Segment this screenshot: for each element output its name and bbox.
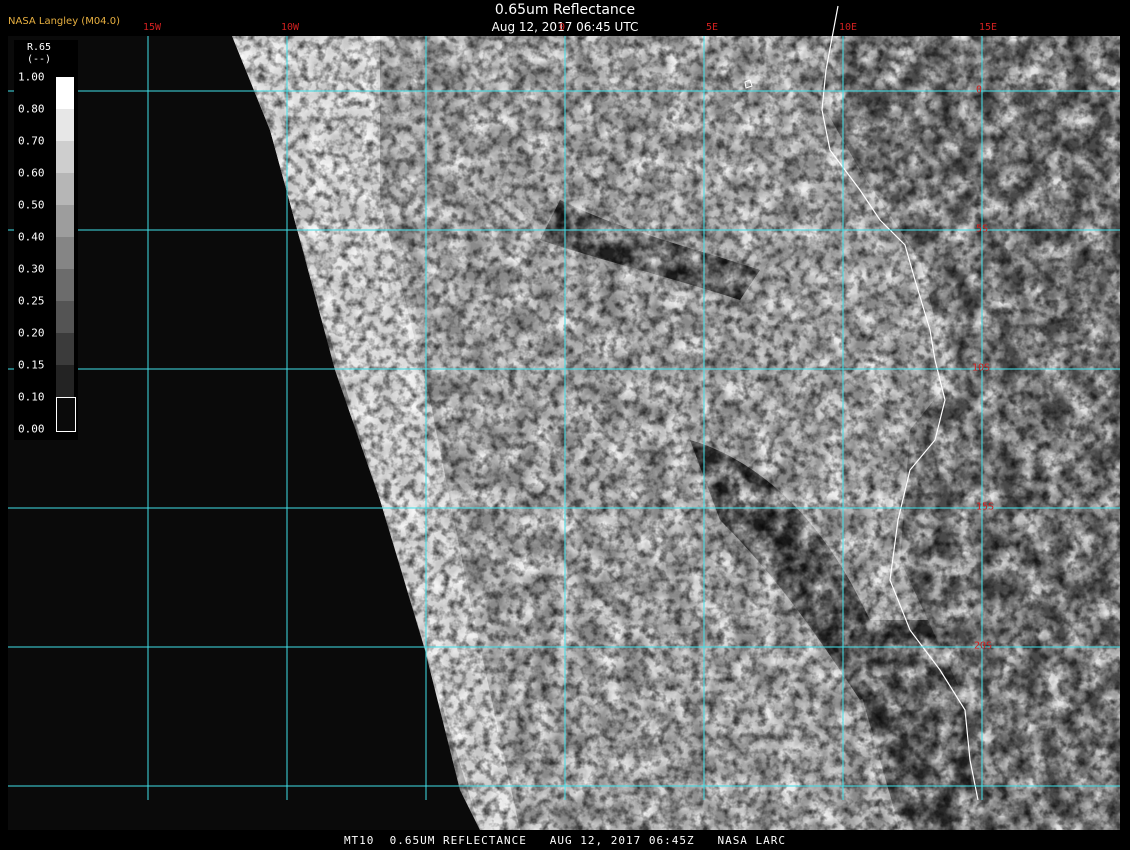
legend-swatch: [56, 397, 76, 432]
legend-tick: 0.60: [18, 166, 45, 180]
legend-tick: 0.70: [18, 134, 45, 148]
page-title: 0.65um Reflectance: [494, 2, 636, 18]
lon-label: 10W: [280, 22, 300, 33]
lat-label: 10S: [972, 362, 991, 374]
legend-tick: 0.80: [18, 102, 45, 116]
legend-tick: 0.30: [18, 262, 45, 276]
legend-swatch: [56, 269, 74, 302]
lon-label: 10E: [838, 22, 858, 33]
lat-label: 20S: [974, 640, 993, 652]
legend-swatch: [56, 237, 74, 270]
legend-tick: 0.20: [18, 326, 45, 340]
legend-swatch: [56, 173, 74, 206]
legend-tick: 0.25: [18, 294, 45, 308]
legend-swatch: [56, 77, 74, 110]
lat-label: 15S: [976, 501, 995, 513]
legend-tick: 0.00: [18, 422, 45, 436]
lat-label: 0: [976, 84, 983, 96]
lon-label: 15E: [978, 22, 998, 33]
satellite-map: [8, 5, 1120, 830]
legend-swatch: [56, 141, 74, 174]
legend-swatch: [56, 109, 74, 142]
lat-label: 5S: [976, 223, 989, 235]
legend-tick: 0.50: [18, 198, 45, 212]
legend-tick: 0.40: [18, 230, 45, 244]
footer-caption: MT10 0.65UM REFLECTANCE AUG 12, 2017 06:…: [343, 834, 787, 847]
legend-tick: 0.10: [18, 390, 45, 404]
lon-label: 0: [558, 22, 566, 33]
legend-swatch: [56, 333, 74, 366]
legend-swatch: [56, 205, 74, 238]
legend-swatch: [56, 365, 74, 398]
lon-label: 5E: [705, 22, 719, 33]
lon-label: 15W: [142, 22, 162, 33]
legend-variable: R.65: [26, 42, 52, 53]
legend-unit: (--): [26, 54, 52, 65]
legend-tick: 0.15: [18, 358, 45, 372]
legend-tick: 1.00: [18, 70, 45, 84]
legend-swatch: [56, 301, 74, 334]
agency-label: NASA Langley (M04.0): [8, 16, 120, 27]
